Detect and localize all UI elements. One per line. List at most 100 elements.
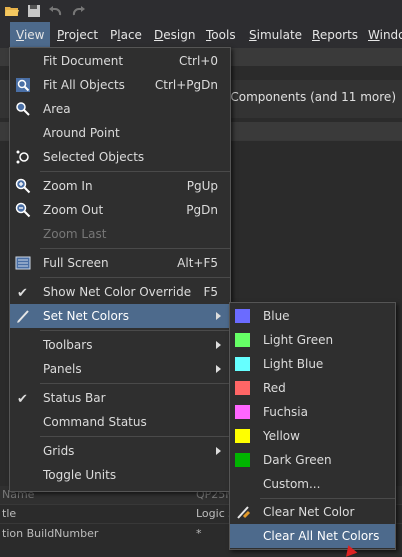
open-folder-icon[interactable] xyxy=(4,3,20,19)
color-swatch xyxy=(235,405,250,419)
table-cell: * xyxy=(196,527,202,540)
menu-item-label: Grids xyxy=(43,444,75,458)
shortcut-label: Ctrl+PgDn xyxy=(154,78,218,92)
menu-view[interactable]: View xyxy=(10,22,51,48)
zoom-in-icon xyxy=(15,178,31,194)
color-item-label: Red xyxy=(263,381,286,395)
menu-separator xyxy=(40,171,230,172)
menu-item-full-screen[interactable]: Full Screen Alt+F5 xyxy=(10,251,230,275)
net-colors-submenu: Blue Light Green Light Blue Red Fuchsia … xyxy=(229,302,396,550)
menu-item-fit-document[interactable]: Fit Document Ctrl+0 xyxy=(10,49,230,73)
menu-item-label: Area xyxy=(43,102,71,116)
menu-place[interactable]: Place xyxy=(104,22,148,48)
menu-item-label: Zoom Out xyxy=(43,203,104,217)
menu-item-grids[interactable]: Grids xyxy=(10,439,230,463)
menu-item-zoom-in[interactable]: Zoom In PgUp xyxy=(10,174,230,198)
menu-item-set-net-colors[interactable]: Set Net Colors xyxy=(10,304,230,328)
color-item-red[interactable]: Red xyxy=(230,376,395,400)
color-item-label: Fuchsia xyxy=(263,405,308,419)
shortcut-label: Ctrl+0 xyxy=(178,54,218,68)
submenu-arrow-icon xyxy=(216,341,221,349)
color-item-yellow[interactable]: Yellow xyxy=(230,424,395,448)
menu-item-label: Command Status xyxy=(43,415,147,429)
menu-item-show-net-color-override[interactable]: ✔ Show Net Color Override F5 xyxy=(10,280,230,304)
menu-separator xyxy=(40,277,230,278)
menu-separator xyxy=(40,330,230,331)
menu-item-area[interactable]: Area xyxy=(10,97,230,121)
menu-item-command-status[interactable]: Command Status xyxy=(10,410,230,434)
color-item-label: Yellow xyxy=(263,429,300,443)
menu-item-toggle-units[interactable]: Toggle Units xyxy=(10,463,230,487)
color-item-blue[interactable]: Blue xyxy=(230,304,395,328)
menu-item-label: Panels xyxy=(43,362,82,376)
menu-item-selected-objects[interactable]: Selected Objects xyxy=(10,145,230,169)
zoom-out-icon xyxy=(15,202,31,218)
menu-item-label: Show Net Color Override xyxy=(43,285,192,299)
menu-design[interactable]: Design xyxy=(148,22,201,48)
submenu-arrow-icon xyxy=(216,447,221,455)
full-screen-icon xyxy=(15,255,31,271)
color-item-label: Light Green xyxy=(263,333,334,347)
menu-item-clear-all-net-colors[interactable]: Clear All Net Colors xyxy=(230,524,395,548)
color-item-dark-green[interactable]: Dark Green xyxy=(230,448,395,472)
check-icon: ✔ xyxy=(17,286,28,301)
menu-item-panels[interactable]: Panels xyxy=(10,357,230,381)
clear-net-color-icon xyxy=(235,504,251,520)
table-cell: tion BuildNumber xyxy=(2,527,99,540)
menu-item-fit-all-objects[interactable]: Fit All Objects Ctrl+PgDn xyxy=(10,73,230,97)
menu-separator xyxy=(260,498,395,499)
menu-item-label: Status Bar xyxy=(43,391,106,405)
components-selection-label: Components (and 11 more) xyxy=(230,90,396,104)
shortcut-label: PgUp xyxy=(186,179,218,193)
table-cell: tle xyxy=(2,507,17,520)
menu-item-clear-net-color[interactable]: Clear Net Color xyxy=(230,500,395,524)
redo-icon[interactable] xyxy=(70,3,86,19)
color-swatch xyxy=(235,333,250,347)
shortcut-label: F5 xyxy=(203,285,218,299)
menu-item-status-bar[interactable]: ✔ Status Bar xyxy=(10,386,230,410)
menu-item-label: Fit Document xyxy=(43,54,124,68)
color-item-label: Dark Green xyxy=(263,453,332,467)
shortcut-label: Alt+F5 xyxy=(177,256,218,270)
area-icon xyxy=(15,101,31,117)
check-icon: ✔ xyxy=(17,392,28,407)
menu-item-label: Toolbars xyxy=(43,338,93,352)
menu-reports[interactable]: Reports xyxy=(306,22,364,48)
menu-simulate[interactable]: Simulate xyxy=(243,22,308,48)
color-item-fuchsia[interactable]: Fuchsia xyxy=(230,400,395,424)
color-swatch xyxy=(235,381,250,395)
menu-item-label: Fit All Objects xyxy=(43,78,125,92)
menu-item-label: Full Screen xyxy=(43,256,109,270)
menu-project[interactable]: Project xyxy=(51,22,104,48)
color-swatch xyxy=(235,453,250,467)
menu-item-label: Toggle Units xyxy=(43,468,117,482)
menu-tools[interactable]: Tools xyxy=(200,22,242,48)
submenu-arrow-icon xyxy=(216,365,221,373)
menu-item-zoom-out[interactable]: Zoom Out PgDn xyxy=(10,198,230,222)
view-menu: Fit Document Ctrl+0 Fit All Objects Ctrl… xyxy=(9,47,231,492)
menu-item-label: Set Net Colors xyxy=(43,309,129,323)
fit-all-icon xyxy=(15,77,31,93)
menu-item-label: Zoom In xyxy=(43,179,93,193)
menu-item-label: Selected Objects xyxy=(43,150,145,164)
menu-item-label: Around Point xyxy=(43,126,120,140)
submenu-arrow-icon xyxy=(216,312,221,320)
undo-icon[interactable] xyxy=(48,3,64,19)
color-item-label: Clear Net Color xyxy=(263,505,355,519)
color-item-custom[interactable]: Custom... xyxy=(230,472,395,496)
shortcut-label: PgDn xyxy=(186,203,218,217)
color-swatch xyxy=(235,429,250,443)
menu-window[interactable]: Windo xyxy=(362,22,402,48)
color-item-label: Blue xyxy=(263,309,290,323)
menu-separator xyxy=(40,436,230,437)
color-item-light-blue[interactable]: Light Blue xyxy=(230,352,395,376)
save-icon[interactable] xyxy=(26,3,42,19)
toolbar xyxy=(0,0,402,22)
menu-item-toolbars[interactable]: Toolbars xyxy=(10,333,230,357)
brush-icon xyxy=(15,308,31,324)
menu-separator xyxy=(40,383,230,384)
menu-item-around-point[interactable]: Around Point xyxy=(10,121,230,145)
menu-item-zoom-last: Zoom Last xyxy=(10,222,230,246)
menu-item-label: Zoom Last xyxy=(43,227,107,241)
color-item-light-green[interactable]: Light Green xyxy=(230,328,395,352)
